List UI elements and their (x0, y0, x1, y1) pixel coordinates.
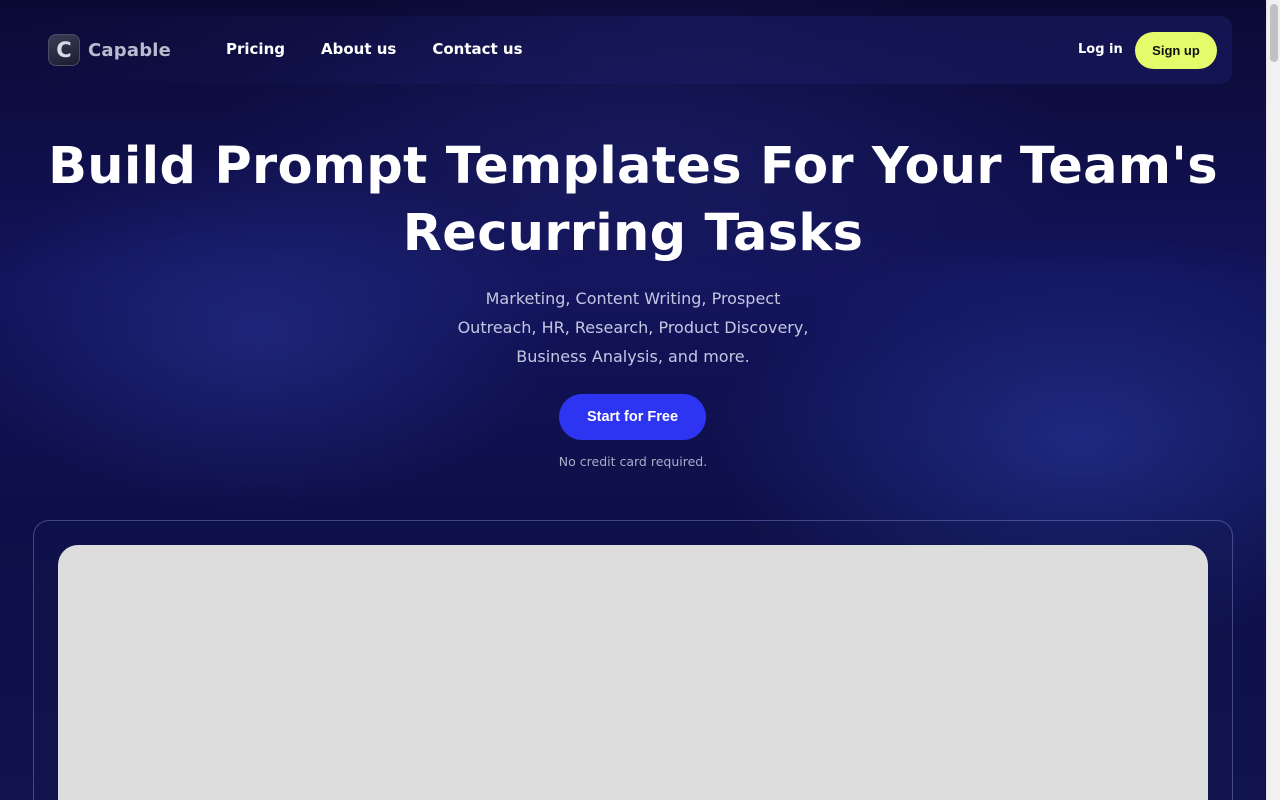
hero-subtitle-line-2: Outreach, HR, Research, Product Discover… (457, 318, 809, 337)
hero-subtitle-line-1: Marketing, Content Writing, Prospect (485, 289, 781, 308)
hero-subtitle-line-3: Business Analysis, and more. (516, 347, 750, 366)
main-nav: Pricing About us Contact us (226, 40, 559, 58)
navbar (32, 16, 1232, 84)
nav-link-contact-us[interactable]: Contact us (432, 40, 522, 58)
hero-title-line-1: Build Prompt Templates For Your Team's (48, 137, 1218, 196)
brand-name: Capable (88, 39, 172, 61)
nav-link-pricing[interactable]: Pricing (226, 40, 285, 58)
no-credit-card-note: No credit card required. (558, 454, 708, 469)
hero-title: Build Prompt Templates For Your Team's R… (0, 133, 1266, 267)
hero-title-line-2: Recurring Tasks (402, 204, 864, 263)
login-link[interactable]: Log in (1078, 42, 1123, 57)
signup-button[interactable]: Sign up (1135, 32, 1217, 69)
brand-logo[interactable]: C Capable (48, 34, 171, 66)
nav-link-about-us[interactable]: About us (321, 40, 396, 58)
start-for-free-button[interactable]: Start for Free (559, 394, 706, 440)
product-preview-placeholder (58, 545, 1208, 800)
hero-subtitle: Marketing, Content Writing, Prospect Out… (433, 284, 833, 371)
scrollbar-thumb[interactable] (1270, 4, 1278, 62)
logo-mark-icon: C (48, 34, 80, 66)
page-scrollbar[interactable] (1266, 0, 1280, 800)
